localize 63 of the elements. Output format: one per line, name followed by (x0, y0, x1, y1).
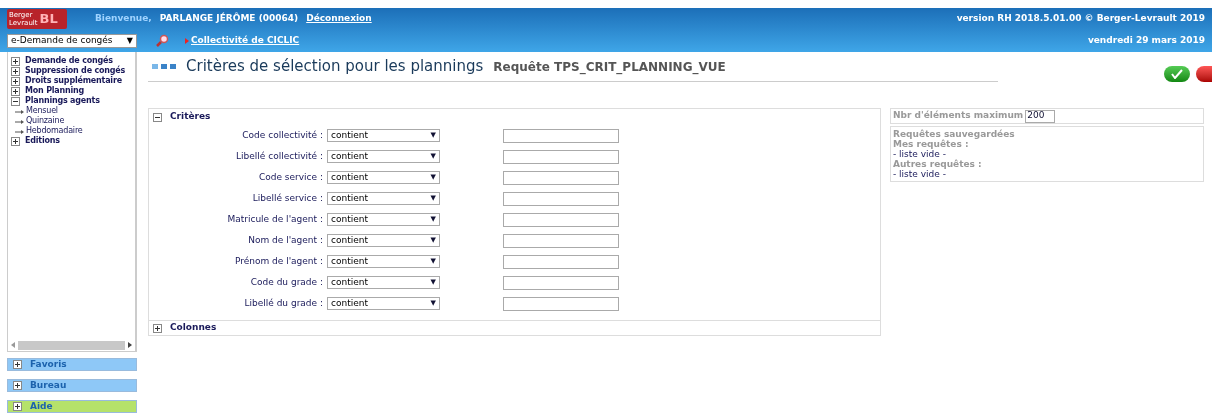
others-label: Autres requêtes : (893, 159, 983, 169)
collapse-icon[interactable] (153, 112, 162, 122)
page-title: Critères de sélection pour les plannings (186, 56, 484, 78)
section-title: Critères (170, 110, 211, 124)
module-select[interactable]: e-Demande de congés ▼ (7, 34, 137, 48)
field-label: Code service : (257, 170, 324, 184)
expand-icon[interactable] (13, 402, 22, 411)
expand-icon[interactable] (13, 360, 22, 369)
expand-icon[interactable] (11, 86, 20, 96)
value-field[interactable] (503, 233, 619, 248)
value-field[interactable] (503, 128, 619, 143)
request-name: Requête TPS_CRIT_PLANNING_VUE (493, 58, 726, 76)
welcome-text: Bienvenue, (95, 12, 152, 26)
value-field[interactable] (503, 254, 619, 269)
tree-item[interactable]: Hebdomadaire (26, 125, 83, 137)
validate-button[interactable] (1164, 66, 1190, 82)
mine-label: Mes requêtes : (893, 139, 969, 149)
tree-item[interactable]: Mensuel (26, 105, 58, 117)
max-field[interactable]: 200 (1025, 109, 1056, 123)
collapse-icon[interactable] (11, 96, 20, 106)
field-label: Nom de l'agent : (247, 233, 324, 247)
field-label: Libellé du grade : (243, 296, 324, 310)
max-label: Nbr d'éléments maximum (893, 109, 1024, 123)
field-label: Libellé collectivité : (235, 149, 324, 163)
value-field[interactable] (503, 149, 619, 164)
squares-icon (152, 64, 176, 69)
columns-panel[interactable]: Colonnes (148, 321, 881, 336)
value-field[interactable] (503, 296, 619, 311)
expand-icon[interactable] (13, 381, 22, 390)
empty-list-text: - liste vide - (893, 169, 947, 179)
empty-list-text: - liste vide - (893, 149, 947, 159)
field-label: Matricule de l'agent : (226, 212, 324, 226)
expand-icon[interactable] (11, 66, 20, 76)
value-field[interactable] (503, 212, 619, 227)
user-name: PARLANGE JÉRÔME (00064) (159, 12, 299, 26)
tree-item[interactable]: Plannings agents (25, 95, 100, 107)
version-text: version RH 2018.5.01.00 © Berger-Levrault 2019 (956, 12, 1205, 26)
expand-icon[interactable] (11, 56, 20, 66)
search-icon[interactable] (155, 34, 169, 48)
field-label: Prénom de l'agent : (233, 254, 324, 268)
tree-item[interactable]: Quinzaine (26, 115, 65, 127)
bullet-icon (185, 38, 189, 44)
tree-item[interactable]: Mon Planning (25, 85, 85, 97)
logo-mark: BL (39, 12, 58, 26)
scroll-right-icon[interactable] (128, 342, 132, 348)
scroll-left-icon[interactable] (11, 342, 15, 348)
tree-item[interactable]: Demande de congés (25, 55, 113, 67)
logout-link[interactable]: Déconnexion (306, 12, 372, 26)
value-field[interactable] (503, 191, 619, 206)
tree-item[interactable]: Editions (25, 135, 60, 147)
value-field[interactable] (503, 275, 619, 290)
value-field[interactable] (503, 170, 619, 185)
expand-icon[interactable] (11, 136, 20, 146)
tree-item[interactable]: Droits supplémentaire (25, 75, 122, 87)
field-label: Libellé service : (251, 191, 324, 205)
expand-icon[interactable] (153, 323, 162, 333)
panel-header[interactable]: Aide (7, 400, 137, 413)
saved-title: Requêtes sauvegardées (893, 129, 1016, 139)
check-icon (1171, 69, 1183, 79)
field-label: Code collectivité : (241, 128, 324, 142)
expand-icon[interactable] (11, 76, 20, 86)
field-label: Code du grade : (249, 275, 324, 289)
date-text: vendredi 29 mars 2019 (1087, 34, 1205, 48)
